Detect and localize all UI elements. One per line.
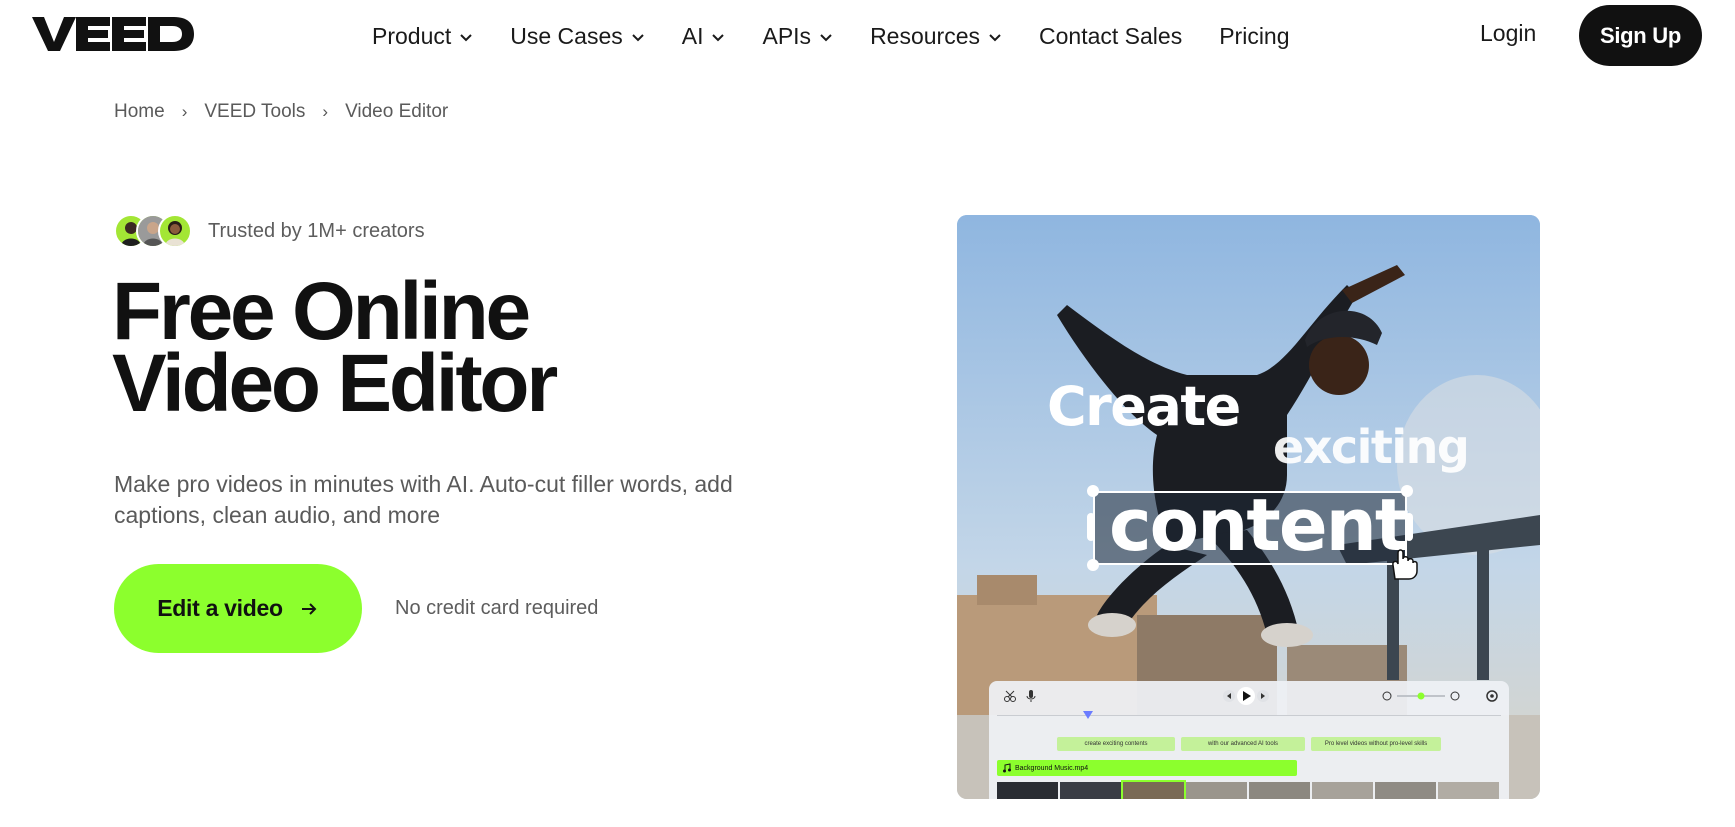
chevron-down-icon bbox=[460, 34, 472, 42]
editor-timeline: create exciting contents with our advanc… bbox=[989, 681, 1509, 799]
mic-icon[interactable] bbox=[1025, 689, 1037, 703]
caption-clip[interactable]: create exciting contents bbox=[1057, 737, 1175, 751]
arrow-right-icon bbox=[301, 602, 317, 615]
creator-avatars bbox=[114, 214, 192, 248]
chevron-down-icon bbox=[632, 34, 644, 42]
breadcrumb-separator: › bbox=[181, 102, 188, 121]
breadcrumb-veed-tools[interactable]: VEED Tools bbox=[204, 101, 305, 123]
playhead[interactable] bbox=[1083, 711, 1093, 719]
scissors-icon[interactable] bbox=[1003, 689, 1017, 703]
nav-ai-label: AI bbox=[681, 22, 704, 49]
resize-handle[interactable] bbox=[1087, 485, 1099, 497]
overlay-word-content: content bbox=[1109, 483, 1409, 567]
music-note-icon bbox=[1003, 763, 1011, 773]
nav-apis[interactable]: APIs bbox=[762, 23, 833, 50]
trust-badge: Trusted by 1M+ creators bbox=[114, 214, 425, 248]
video-track[interactable] bbox=[997, 780, 1501, 799]
playback-controls[interactable] bbox=[1221, 685, 1271, 707]
nav-pricing[interactable]: Pricing bbox=[1219, 23, 1289, 50]
timeline-ruler bbox=[997, 715, 1501, 716]
chevron-down-icon bbox=[989, 34, 1001, 42]
top-navigation: Product Use Cases AI APIs Resources Cont… bbox=[0, 0, 1735, 72]
hero-subtitle: Make pro videos in minutes with AI. Auto… bbox=[114, 471, 733, 528]
chevron-down-icon bbox=[820, 34, 832, 42]
chevron-down-icon bbox=[712, 34, 725, 42]
nav-use-cases[interactable]: Use Cases bbox=[510, 23, 644, 50]
cursor-hand-icon bbox=[1392, 549, 1418, 580]
page-title: Free Online Video Editor bbox=[112, 271, 558, 429]
nav-resources-label: Resources bbox=[870, 22, 980, 49]
nav-contact-sales-label: Contact Sales bbox=[1039, 22, 1183, 49]
login-link[interactable]: Login bbox=[1480, 20, 1536, 47]
nav-pricing-label: Pricing bbox=[1219, 22, 1290, 49]
nav-product[interactable]: Product bbox=[372, 23, 473, 50]
veed-logo[interactable] bbox=[32, 14, 194, 54]
settings-icon[interactable] bbox=[1485, 689, 1499, 703]
avatar bbox=[158, 214, 192, 248]
nav-apis-label: APIs bbox=[762, 22, 812, 49]
audio-track[interactable]: Background Music.mp4 bbox=[997, 760, 1297, 776]
resize-handle[interactable] bbox=[1087, 559, 1099, 571]
nav-use-cases-label: Use Cases bbox=[510, 22, 623, 49]
breadcrumb: Home › VEED Tools › Video Editor bbox=[114, 101, 448, 123]
nav-ai[interactable]: AI bbox=[682, 23, 726, 50]
edit-video-button-label: Edit a video bbox=[157, 595, 283, 621]
overlay-word-create: Create bbox=[1047, 375, 1241, 438]
caption-clip[interactable]: with our advanced AI tools bbox=[1181, 737, 1305, 751]
breadcrumb-separator: › bbox=[322, 102, 329, 121]
audio-track-label: Background Music.mp4 bbox=[1015, 764, 1089, 772]
nav-contact-sales[interactable]: Contact Sales bbox=[1039, 23, 1182, 50]
nav-product-label: Product bbox=[372, 22, 452, 49]
zoom-icon bbox=[1382, 691, 1392, 701]
caption-clip[interactable]: Pro level videos without pro-level skill… bbox=[1311, 737, 1441, 751]
no-credit-card-note: No credit card required bbox=[395, 597, 599, 619]
page-title-line2: Video Editor bbox=[112, 338, 558, 429]
hero-video-preview[interactable]: Create exciting content create exciting … bbox=[957, 215, 1540, 799]
main-nav: Product Use Cases AI APIs Resources Cont… bbox=[372, 0, 1327, 72]
resize-handle[interactable] bbox=[1087, 513, 1095, 541]
zoom-slider[interactable] bbox=[1381, 689, 1461, 703]
overlay-word-exciting: exciting bbox=[1273, 420, 1470, 474]
edit-video-button[interactable]: Edit a video bbox=[114, 564, 362, 653]
sign-up-button[interactable]: Sign Up bbox=[1579, 5, 1702, 66]
breadcrumb-home[interactable]: Home bbox=[114, 101, 165, 123]
nav-resources[interactable]: Resources bbox=[870, 23, 1002, 50]
breadcrumb-video-editor: Video Editor bbox=[345, 101, 449, 122]
trust-text: Trusted by 1M+ creators bbox=[208, 219, 425, 242]
